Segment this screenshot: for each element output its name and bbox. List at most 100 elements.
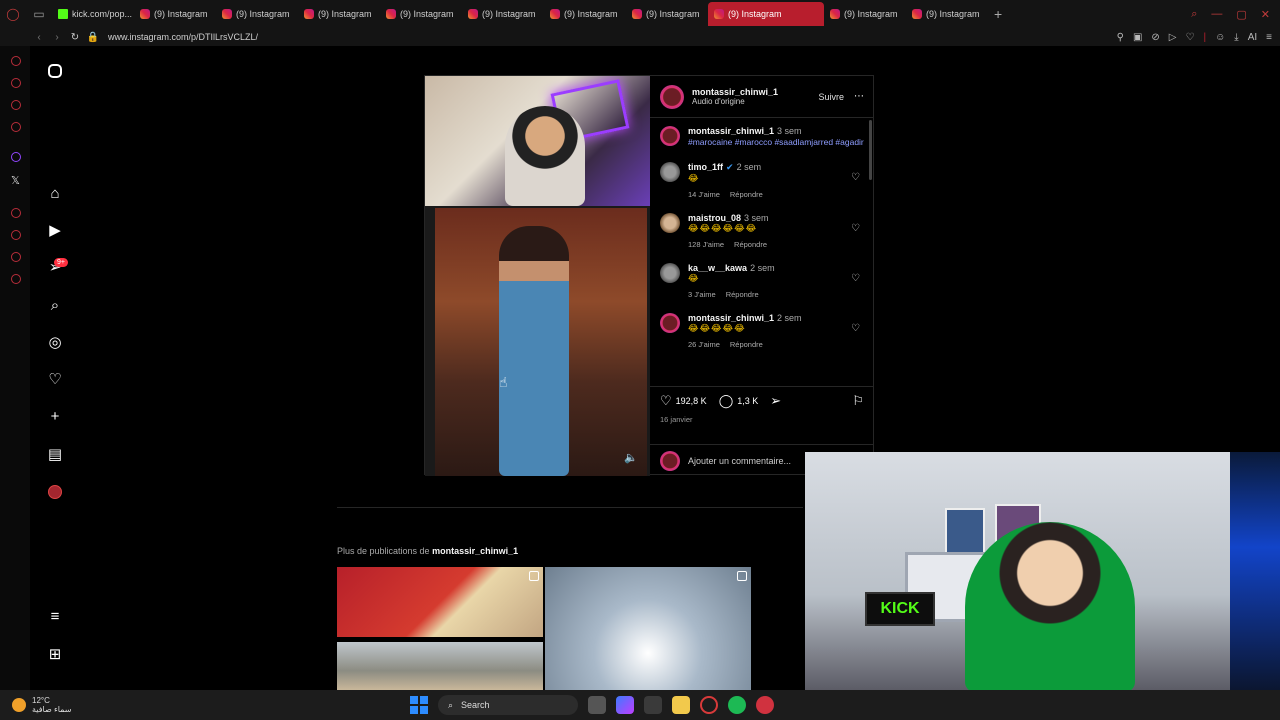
browser-tab[interactable]: (9) Instagram bbox=[824, 2, 906, 26]
explore-icon[interactable]: ◎ bbox=[46, 333, 64, 351]
task-view-icon[interactable] bbox=[588, 696, 606, 714]
weather-widget[interactable]: 12°C سماء صافية bbox=[0, 696, 72, 714]
create-icon[interactable]: + bbox=[46, 407, 64, 425]
share-icon[interactable]: ➢ bbox=[770, 393, 781, 409]
rail-item-icon[interactable] bbox=[11, 56, 21, 66]
rail-item-icon[interactable] bbox=[11, 252, 21, 262]
spotify-icon[interactable] bbox=[728, 696, 746, 714]
bookmark-icon[interactable]: ⚐ bbox=[852, 393, 864, 409]
more-options-icon[interactable]: ⋯ bbox=[854, 91, 864, 102]
browser-tab[interactable]: (9) Instagram bbox=[298, 2, 380, 26]
browser-tab[interactable]: (9) Instagram bbox=[216, 2, 298, 26]
rail-item-icon[interactable] bbox=[11, 100, 21, 110]
browser-tab[interactable]: (9) Instagram bbox=[134, 2, 216, 26]
comment-user[interactable]: timo_1ff bbox=[688, 162, 723, 172]
taskbar-search[interactable]: ⌕ Search bbox=[438, 695, 578, 715]
comment-like-icon[interactable]: ♡ bbox=[851, 323, 860, 334]
tab-overview-icon[interactable]: ▭ bbox=[26, 0, 52, 28]
pin-icon[interactable]: ⚲ bbox=[1117, 32, 1124, 43]
comment-user[interactable]: montassir_chinwi_1 bbox=[688, 313, 774, 323]
comment-like-icon[interactable]: ♡ bbox=[851, 223, 860, 234]
settings-icon[interactable] bbox=[11, 274, 21, 284]
more-post-thumbnail[interactable] bbox=[337, 567, 543, 637]
more-menu-icon[interactable]: ≡ bbox=[46, 607, 64, 625]
follow-button[interactable]: Suivre bbox=[818, 92, 844, 102]
reload-button[interactable]: ↻ bbox=[66, 32, 84, 43]
adblock-icon[interactable]: ⊘ bbox=[1151, 32, 1159, 43]
new-tab-button[interactable]: + bbox=[994, 6, 1002, 22]
caption-user[interactable]: montassir_chinwi_1 bbox=[688, 126, 774, 136]
twitch-icon[interactable] bbox=[11, 152, 21, 162]
comment-icon[interactable]: ◯ bbox=[719, 393, 734, 409]
profile-avatar[interactable] bbox=[46, 483, 64, 501]
like-icon[interactable]: ♡ bbox=[660, 393, 672, 409]
heart-icon[interactable]: ♡ bbox=[1185, 32, 1194, 43]
more-posts-user[interactable]: montassir_chinwi_1 bbox=[432, 546, 518, 556]
close-button[interactable]: ✕ bbox=[1261, 8, 1270, 21]
notifications-heart-icon[interactable]: ♡ bbox=[46, 370, 64, 388]
x-icon[interactable]: 𝕏 bbox=[11, 174, 20, 187]
minimize-button[interactable]: — bbox=[1211, 8, 1222, 21]
author-avatar[interactable] bbox=[660, 84, 684, 109]
aria-ai-button[interactable]: AI bbox=[1248, 32, 1257, 43]
comment-user[interactable]: ka__w__kawa bbox=[688, 263, 747, 273]
store-icon[interactable] bbox=[644, 696, 662, 714]
comment-avatar[interactable] bbox=[660, 313, 680, 333]
copilot-icon[interactable] bbox=[616, 696, 634, 714]
comment-likes[interactable]: 26 J'aime bbox=[688, 340, 720, 349]
browser-tab[interactable]: (9) Instagram bbox=[906, 2, 988, 26]
comment-like-icon[interactable]: ♡ bbox=[851, 172, 860, 183]
opera-menu-icon[interactable]: ◯ bbox=[0, 0, 26, 28]
download-icon[interactable]: ⤓ bbox=[1234, 32, 1238, 43]
opera-gx-icon[interactable] bbox=[700, 696, 718, 714]
dashboard-icon[interactable]: ▤ bbox=[46, 445, 64, 463]
comment-likes[interactable]: 3 J'aime bbox=[688, 290, 716, 299]
add-comment-input[interactable]: Ajouter un commentaire... bbox=[688, 456, 791, 466]
search-icon[interactable]: ⌕ bbox=[46, 296, 64, 314]
instagram-logo-icon[interactable] bbox=[48, 64, 62, 78]
url-field[interactable]: www.instagram.com/p/DTIlLrsVCLZL/ bbox=[108, 32, 258, 42]
menu-icon[interactable]: ≡ bbox=[1266, 32, 1272, 43]
reply-button[interactable]: Répondre bbox=[730, 340, 763, 349]
like-count[interactable]: 192,8 K bbox=[676, 396, 707, 406]
history-icon[interactable] bbox=[11, 230, 21, 240]
maximize-button[interactable]: ▢ bbox=[1236, 8, 1246, 21]
reels-icon[interactable]: ▶ bbox=[46, 221, 64, 239]
comment-avatar[interactable] bbox=[660, 213, 680, 233]
comment-user[interactable]: maistrou_08 bbox=[688, 213, 741, 223]
browser-tab[interactable]: (9) Instagram bbox=[462, 2, 544, 26]
comment-avatar[interactable] bbox=[660, 162, 680, 182]
forward-button[interactable]: › bbox=[48, 32, 66, 43]
rail-item-icon[interactable] bbox=[11, 208, 21, 218]
caption-hashtags[interactable]: #marocaine #marocco #saadlamjarred #agad… bbox=[688, 136, 864, 148]
volume-icon[interactable]: 🔈 bbox=[624, 451, 638, 464]
file-explorer-icon[interactable] bbox=[672, 696, 690, 714]
comment-like-icon[interactable]: ♡ bbox=[851, 273, 860, 284]
player-icon[interactable]: ▷ bbox=[1169, 32, 1177, 43]
audio-label[interactable]: Audio d'origine bbox=[692, 97, 778, 106]
start-button[interactable] bbox=[410, 696, 428, 714]
back-button[interactable]: ‹ bbox=[30, 32, 48, 43]
home-icon[interactable]: ⌂ bbox=[46, 184, 64, 202]
snapshot-icon[interactable]: ▣ bbox=[1133, 32, 1142, 43]
rail-item-icon[interactable] bbox=[11, 122, 21, 132]
browser-tab[interactable]: (9) Instagram bbox=[626, 2, 708, 26]
meta-apps-icon[interactable]: ⊞ bbox=[46, 645, 64, 663]
comment-likes[interactable]: 128 J'aime bbox=[688, 240, 724, 249]
app-icon[interactable] bbox=[756, 696, 774, 714]
author-name[interactable]: montassir_chinwi_1 bbox=[692, 87, 778, 97]
browser-tab[interactable]: (9) Instagram bbox=[380, 2, 462, 26]
more-post-thumbnail[interactable] bbox=[545, 567, 751, 690]
browser-tab[interactable]: kick.com/pop... bbox=[52, 2, 134, 26]
comment-avatar[interactable] bbox=[660, 263, 680, 283]
tab-active[interactable]: (9) Instagram bbox=[708, 2, 824, 26]
search-tabs-icon[interactable]: ⌕ bbox=[1191, 8, 1197, 21]
reply-button[interactable]: Répondre bbox=[730, 190, 763, 199]
more-post-thumbnail[interactable] bbox=[337, 642, 543, 690]
reply-button[interactable]: Répondre bbox=[726, 290, 759, 299]
comment-likes[interactable]: 14 J'aime bbox=[688, 190, 720, 199]
profile-icon[interactable]: ☺ bbox=[1215, 32, 1225, 43]
caption-avatar[interactable] bbox=[660, 126, 680, 146]
post-video[interactable]: 🔈 ☝ bbox=[425, 76, 650, 476]
reply-button[interactable]: Répondre bbox=[734, 240, 767, 249]
